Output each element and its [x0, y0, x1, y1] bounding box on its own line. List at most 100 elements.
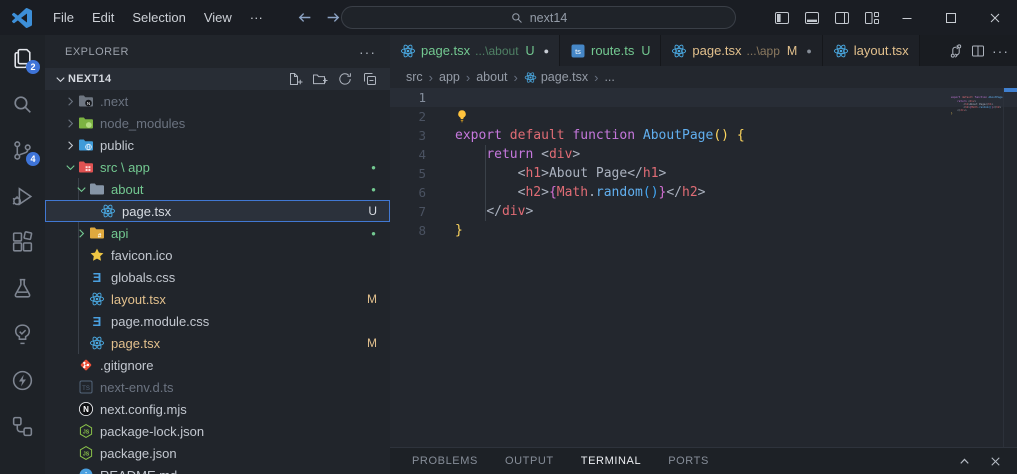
tree-item-layout-tsx[interactable]: layout.tsxM — [45, 288, 390, 310]
code-line-8: 8} — [390, 221, 1017, 240]
activity-thunder-client[interactable] — [0, 357, 45, 403]
nav-forward-icon[interactable] — [325, 9, 342, 26]
minimap[interactable]: export default function AboutPage() { re… — [951, 88, 1003, 447]
explorer-more-icon[interactable]: ··· — [359, 44, 376, 60]
explorer-title: EXPLORER — [65, 46, 129, 58]
line-number: 4 — [390, 145, 426, 164]
activity-extensions[interactable] — [0, 219, 45, 265]
tree-item-globals-css[interactable]: Ǝglobals.css — [45, 266, 390, 288]
project-section-header[interactable]: NEXT14 — [45, 68, 390, 90]
code-line-1: 1 — [390, 88, 1017, 107]
tab-route-ts[interactable]: tsroute.tsU — [560, 35, 661, 66]
chevron-right-icon — [63, 94, 78, 109]
more-actions-icon[interactable]: ··· — [992, 43, 1009, 59]
tab-layout-tsx[interactable]: layout.tsx — [823, 35, 920, 66]
tree-item-src-app[interactable]: src \ app● — [45, 156, 390, 178]
menu-view[interactable]: View — [195, 0, 241, 35]
activity-project-manager[interactable] — [0, 403, 45, 449]
indent-guide — [485, 145, 486, 221]
file-name: .next — [100, 94, 128, 109]
panel-tab-problems[interactable]: PROBLEMS — [412, 455, 478, 467]
tree-item-about[interactable]: about● — [45, 178, 390, 200]
git-status-badge: M — [787, 44, 797, 58]
tree-item-page-module-css[interactable]: Ǝpage.module.css — [45, 310, 390, 332]
activity-run-debug[interactable] — [0, 173, 45, 219]
window-controls — [885, 0, 1017, 35]
editor-scrollbar[interactable] — [1003, 88, 1017, 447]
tree-item-next-env-d-ts[interactable]: TSnext-env.d.ts — [45, 376, 390, 398]
open-changes-icon[interactable] — [948, 43, 964, 59]
tree-item-package-json[interactable]: JSpackage.json — [45, 442, 390, 464]
workbench: 2 4 EXPLORER ··· NEXT14 N .next node_module… — [0, 35, 1017, 474]
code-editor[interactable]: 123export default function AboutPage() {… — [390, 88, 1017, 447]
close-button[interactable] — [973, 0, 1017, 35]
git-status-badge: M — [367, 336, 390, 350]
dirty-indicator[interactable]: ● — [806, 46, 811, 56]
split-editor-icon[interactable] — [970, 43, 986, 59]
thunder-client-icon — [10, 368, 35, 393]
new-file-icon[interactable] — [287, 71, 303, 87]
project-name: NEXT14 — [68, 73, 111, 85]
menu-item[interactable]: ··· — [241, 0, 272, 35]
tab-page-tsx[interactable]: page.tsx...\appM● — [661, 35, 822, 66]
chevron-up-icon[interactable] — [957, 454, 972, 469]
activity-search[interactable] — [0, 81, 45, 127]
panel-tab-terminal[interactable]: TERMINAL — [581, 455, 641, 467]
layout-panel-icon[interactable] — [799, 5, 825, 31]
layout-sidebar-left-icon[interactable] — [769, 5, 795, 31]
editor-actions: ··· — [940, 35, 1017, 66]
new-folder-icon[interactable] — [312, 71, 328, 87]
tree-item-favicon-ico[interactable]: favicon.ico — [45, 244, 390, 266]
tree-item-page-tsx[interactable]: page.tsxU — [45, 200, 390, 222]
breadcrumb-page-tsx[interactable]: page.tsx — [524, 70, 588, 84]
menu-selection[interactable]: Selection — [123, 0, 194, 35]
npm-icon: JS — [78, 445, 94, 461]
readme-icon: i — [78, 467, 94, 474]
layout-sidebar-right-icon[interactable] — [829, 5, 855, 31]
tree-item-public[interactable]: public — [45, 134, 390, 156]
close-panel-icon[interactable] — [988, 454, 1003, 469]
section-actions — [287, 71, 378, 87]
nav-back-icon[interactable] — [296, 9, 313, 26]
line-number: 3 — [390, 126, 426, 145]
tree-item-node-modules[interactable]: node_modules — [45, 112, 390, 134]
extensions-icon — [10, 230, 35, 255]
activity-source-control[interactable]: 4 — [0, 127, 45, 173]
minimize-button[interactable] — [885, 0, 929, 35]
breadcrumb-about[interactable]: about — [476, 70, 507, 84]
activity-todo-tree[interactable] — [0, 311, 45, 357]
panel-tab-ports[interactable]: PORTS — [668, 455, 709, 467]
lightbulb-icon[interactable] — [455, 109, 469, 123]
collapse-all-icon[interactable] — [362, 71, 378, 87]
breadcrumb-src[interactable]: src — [406, 70, 423, 84]
menu-file[interactable]: File — [44, 0, 83, 35]
chevron-down-icon — [53, 72, 68, 87]
svg-text:ts: ts — [575, 47, 581, 56]
tree-item-page-tsx[interactable]: page.tsxM — [45, 332, 390, 354]
css-icon: Ǝ — [89, 269, 105, 285]
dirty-indicator[interactable]: ● — [544, 46, 549, 56]
file-name: api — [111, 226, 128, 241]
breadcrumb: src›app›about›page.tsx›... — [390, 66, 1017, 88]
menu-edit[interactable]: Edit — [83, 0, 123, 35]
activity-explorer[interactable]: 2 — [0, 35, 45, 81]
breadcrumb-item[interactable]: ... — [604, 70, 614, 84]
layout-customize-icon[interactable] — [859, 5, 885, 31]
tree-item-gitignore[interactable]: .gitignore — [45, 354, 390, 376]
tree-item-next-config-mjs[interactable]: Nnext.config.mjs — [45, 398, 390, 420]
tab-label: page.tsx — [692, 43, 741, 58]
tree-item-next[interactable]: N .next — [45, 90, 390, 112]
command-center-search[interactable]: next14 — [341, 6, 736, 29]
panel-tab-output[interactable]: OUTPUT — [505, 455, 554, 467]
svg-text:N: N — [87, 101, 90, 106]
maximize-button[interactable] — [929, 0, 973, 35]
refresh-icon[interactable] — [337, 71, 353, 87]
tree-item-readme-md[interactable]: iREADME.md — [45, 464, 390, 474]
breadcrumb-app[interactable]: app — [439, 70, 460, 84]
tab-page-tsx[interactable]: page.tsx...\aboutU● — [390, 35, 560, 66]
activity-testing[interactable] — [0, 265, 45, 311]
tree-item-package-lock-json[interactable]: JSpackage-lock.json — [45, 420, 390, 442]
tree-item-api[interactable]: #api● — [45, 222, 390, 244]
file-name: layout.tsx — [111, 292, 166, 307]
explorer-header: EXPLORER ··· — [45, 35, 390, 68]
